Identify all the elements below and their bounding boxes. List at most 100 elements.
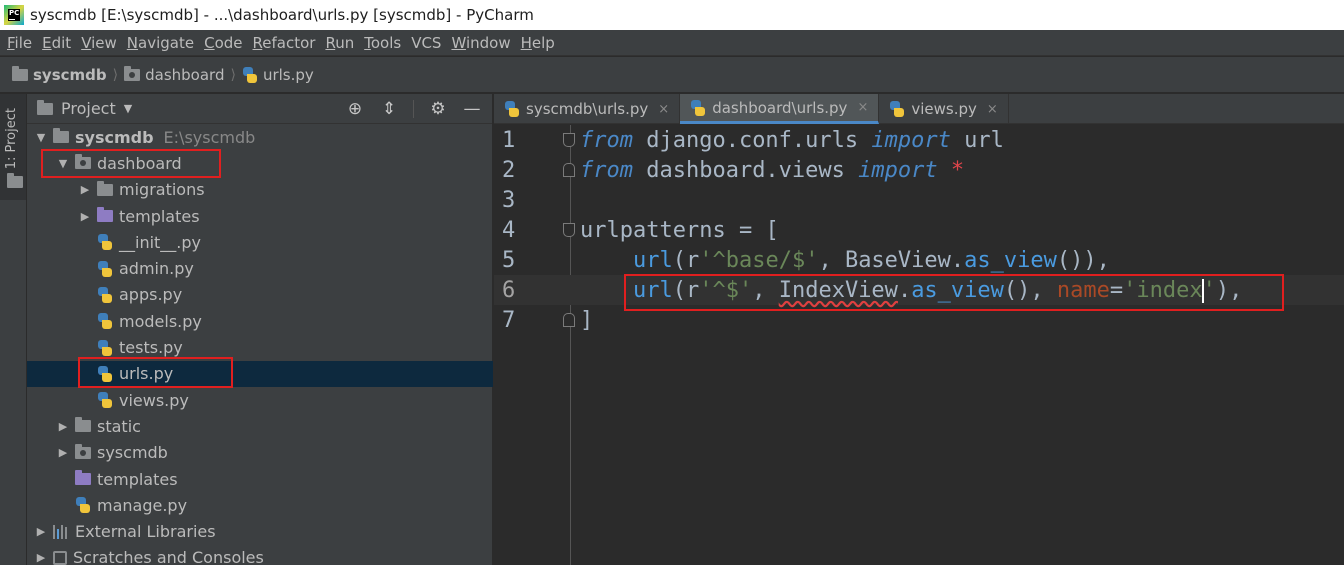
project-panel-header: Project ▼ ⊕ ⇕ ⚙ — (27, 94, 492, 124)
code-text: url(r'^base/$', BaseView.as_view()), (632, 247, 1110, 273)
tree-item-external-libraries[interactable]: ▶ External Libraries (27, 518, 493, 544)
locate-file-icon[interactable]: ⊕ (345, 99, 365, 119)
editor-tab-label: views.py (911, 100, 977, 118)
code-line[interactable]: 3 (494, 185, 1344, 215)
tree-item-label: syscmdb (75, 127, 154, 147)
tree-item-migrations[interactable]: ▶ migrations (27, 177, 493, 203)
collapse-arrow-icon[interactable]: ▶ (35, 525, 47, 538)
code-view[interactable]: 1 from django.conf.urls import url 2 fro… (494, 125, 1344, 565)
breadcrumb-item-project[interactable]: syscmdb (12, 65, 107, 84)
tree-item-static[interactable]: ▶ static (27, 413, 493, 439)
tree-item-templates[interactable]: ▶ templates (27, 203, 493, 229)
highlight-box-urls (78, 357, 233, 388)
fold-marker-icon[interactable] (563, 163, 575, 177)
project-tool-tab[interactable]: 1: Project (0, 94, 26, 200)
folder-icon (12, 65, 28, 81)
tree-item-label: templates (97, 469, 178, 489)
tree-item-admin-py[interactable]: ▶admin.py (27, 255, 493, 281)
line-number: 4 (502, 217, 516, 243)
collapse-arrow-icon[interactable]: ▶ (57, 420, 69, 433)
python-file-icon (97, 286, 113, 303)
collapse-arrow-icon[interactable]: ▶ (35, 551, 47, 564)
hide-panel-icon[interactable]: — (462, 99, 482, 119)
menu-item-help[interactable]: Help (516, 30, 560, 56)
menu-item-vcs[interactable]: VCS (406, 30, 446, 56)
close-icon[interactable]: × (857, 100, 868, 115)
python-file-icon (242, 66, 258, 83)
expand-arrow-icon[interactable]: ▼ (35, 131, 47, 144)
editor-tab-label: syscmdb\urls.py (526, 100, 649, 118)
breadcrumb-separator-icon: ⟩ (112, 66, 119, 83)
tree-item-apps-py[interactable]: ▶apps.py (27, 282, 493, 308)
collapse-arrow-icon[interactable]: ▶ (57, 446, 69, 459)
tree-item-manage-py[interactable]: ▶manage.py (27, 492, 493, 518)
folder-icon (53, 128, 69, 144)
menu-item-window[interactable]: Window (446, 30, 515, 56)
python-file-icon (889, 101, 905, 117)
tree-item-syscmdb[interactable]: ▼ syscmdb E:\syscmdb (27, 124, 493, 150)
python-file-icon (690, 99, 706, 116)
tree-item-label: static (97, 416, 141, 436)
editor-tab[interactable]: views.py × (879, 94, 1009, 124)
close-icon[interactable]: × (987, 102, 998, 117)
collapse-arrow-icon[interactable]: ▶ (79, 210, 91, 223)
tree-item-label: models.py (119, 311, 202, 331)
menu-item-view[interactable]: View (76, 30, 122, 56)
tree-item-path-hint: E:\syscmdb (163, 127, 256, 147)
python-file-icon (504, 101, 520, 117)
project-tool-tab-label: 1: Project (4, 108, 19, 170)
tree-item-label: views.py (119, 390, 189, 410)
close-icon[interactable]: × (658, 102, 669, 117)
breadcrumb-item-file[interactable]: urls.py (242, 66, 314, 84)
gear-icon[interactable]: ⚙ (428, 99, 448, 119)
title-bar: PC syscmdb [E:\syscmdb] - ...\dashboard\… (0, 0, 1344, 30)
collapse-arrow-icon[interactable]: ▶ (79, 183, 91, 196)
tree-item-label: templates (119, 206, 200, 226)
menu-item-code[interactable]: Code (199, 30, 247, 56)
tree-item-models-py[interactable]: ▶models.py (27, 308, 493, 334)
project-tree: ▼ syscmdb E:\syscmdb ▼ dashboard ▶ migrations ▶… (27, 124, 493, 565)
tree-item-views-py[interactable]: ▶views.py (27, 387, 493, 413)
tree-item-syscmdb[interactable]: ▶ syscmdb (27, 440, 493, 466)
package-folder-icon (124, 65, 141, 81)
tree-item-templates[interactable]: ▶templates (27, 466, 493, 492)
editor-tab[interactable]: dashboard\urls.py × (680, 94, 880, 124)
menu-item-run[interactable]: Run (320, 30, 359, 56)
tree-item--init-py[interactable]: ▶__init__.py (27, 229, 493, 255)
code-line[interactable]: 2 from dashboard.views import * (494, 155, 1344, 185)
line-number: 6 (502, 277, 516, 303)
fold-marker-icon[interactable] (563, 133, 575, 147)
highlight-box-line-6 (624, 274, 1284, 311)
python-file-icon (97, 339, 113, 356)
menu-item-refactor[interactable]: Refactor (248, 30, 321, 56)
line-number: 3 (502, 187, 516, 213)
project-view-selector[interactable]: Project (61, 99, 116, 118)
window-title: syscmdb [E:\syscmdb] - ...\dashboard\url… (30, 6, 534, 24)
tree-item-label: manage.py (97, 495, 188, 515)
fold-marker-icon[interactable] (563, 223, 575, 237)
menu-item-file[interactable]: File (2, 30, 37, 56)
fold-marker-icon[interactable] (563, 313, 575, 327)
collapse-all-icon[interactable]: ⇕ (379, 99, 399, 119)
breadcrumb-separator-icon: ⟩ (230, 66, 236, 83)
tree-item-scratches-and-consoles[interactable]: ▶ Scratches and Consoles (27, 545, 493, 565)
divider (413, 100, 414, 118)
code-line[interactable]: 1 from django.conf.urls import url (494, 125, 1344, 155)
line-number: 5 (502, 247, 516, 273)
template-folder-icon (75, 470, 91, 485)
menu-item-navigate[interactable]: Navigate (122, 30, 199, 56)
breadcrumb-item-dashboard[interactable]: dashboard (124, 65, 224, 84)
code-line[interactable]: 5 url(r'^base/$', BaseView.as_view()), (494, 245, 1344, 275)
package-folder-icon (75, 443, 91, 459)
python-file-icon (97, 260, 113, 277)
dropdown-caret-icon[interactable]: ▼ (124, 102, 132, 115)
editor-tab[interactable]: syscmdb\urls.py × (494, 94, 681, 124)
tree-item-label: External Libraries (75, 522, 216, 542)
tree-item-label: syscmdb (97, 443, 168, 463)
menu-item-tools[interactable]: Tools (359, 30, 406, 56)
code-text: urlpatterns = [ (580, 217, 779, 243)
python-file-icon (97, 234, 113, 251)
code-line[interactable]: 4 urlpatterns = [ (494, 215, 1344, 245)
tree-item-label: __init__.py (119, 232, 202, 252)
menu-item-edit[interactable]: Edit (37, 30, 76, 56)
